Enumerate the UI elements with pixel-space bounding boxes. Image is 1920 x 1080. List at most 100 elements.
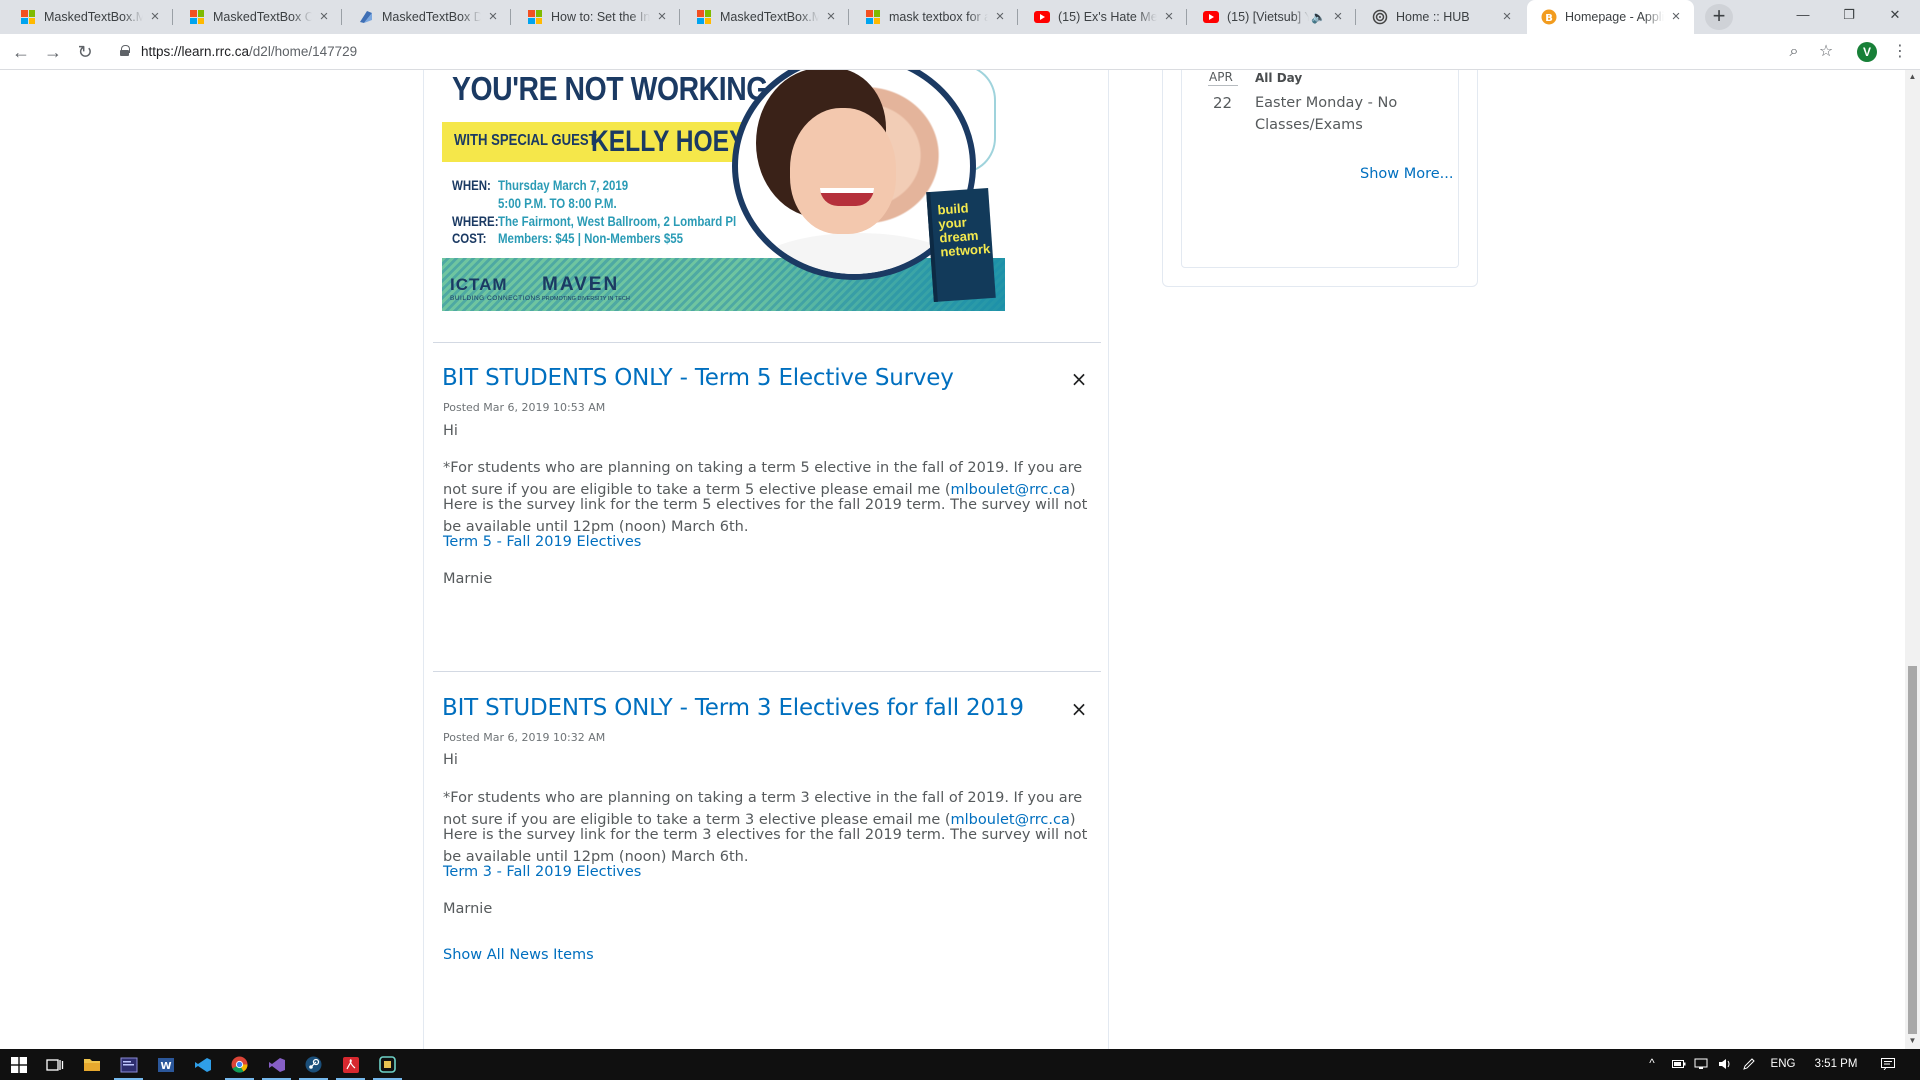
banner-when-time: 5:00 P.M. TO 8:00 P.M.: [498, 196, 617, 211]
news-item-greeting: Hi: [443, 423, 458, 439]
browser-tab[interactable]: MaskedTextBox Dat ×: [344, 0, 511, 34]
tab-close-icon[interactable]: ×: [1668, 9, 1684, 25]
file-explorer-icon[interactable]: [73, 1049, 110, 1080]
zoom-icon[interactable]: ⌕: [1782, 40, 1806, 64]
chrome-icon[interactable]: [221, 1049, 258, 1080]
tab-close-icon[interactable]: ×: [823, 9, 839, 25]
bookmark-star-icon[interactable]: ☆: [1814, 40, 1838, 64]
window-close-button[interactable]: ✕: [1872, 0, 1918, 30]
maven-logo: MAVEN: [542, 274, 620, 295]
tab-separator: [679, 9, 680, 25]
task-view-icon[interactable]: [36, 1049, 73, 1080]
tab-close-icon[interactable]: ×: [316, 9, 332, 25]
vscode-icon[interactable]: [184, 1049, 221, 1080]
browser-tab[interactable]: Home :: HUB ×: [1358, 0, 1525, 34]
minimize-button[interactable]: —: [1780, 0, 1826, 30]
clock[interactable]: 3:51 PM: [1808, 1049, 1864, 1080]
volume-icon[interactable]: [1716, 1049, 1734, 1080]
language-indicator[interactable]: ENG: [1768, 1049, 1798, 1080]
lock-icon: [120, 45, 130, 56]
action-center-icon[interactable]: [1876, 1049, 1900, 1080]
microsoft-icon: [696, 9, 712, 25]
word-icon[interactable]: W: [147, 1049, 184, 1080]
speaker-icon[interactable]: 🔈: [1311, 10, 1326, 24]
news-item-greeting: Hi: [443, 752, 458, 768]
reload-button[interactable]: ↻: [73, 40, 97, 64]
tab-separator: [1186, 9, 1187, 25]
microsoft-icon: [189, 9, 205, 25]
tab-title: MaskedTextBox.Ma: [720, 10, 819, 24]
maximize-button[interactable]: ❐: [1826, 0, 1872, 30]
acrobat-icon[interactable]: [332, 1049, 369, 1080]
show-more-link[interactable]: Show More...: [1360, 166, 1454, 182]
tab-close-icon[interactable]: ×: [1499, 9, 1515, 25]
terminal-icon[interactable]: [110, 1049, 147, 1080]
event-day: 22: [1213, 94, 1233, 112]
tab-title: MaskedTextBox.Ma: [44, 10, 143, 24]
banner-headline: YOU'RE NOT WORKING: [452, 70, 768, 107]
tab-title: MaskedTextBox Dat: [382, 10, 481, 24]
forward-button[interactable]: →: [41, 40, 65, 64]
news-item-signoff: Marnie: [443, 571, 493, 587]
battery-icon[interactable]: [1670, 1049, 1688, 1080]
tab-title: How to: Set the Inp: [551, 10, 650, 24]
show-hidden-icons-icon[interactable]: ^: [1644, 1049, 1660, 1080]
tab-title: MaskedTextBox Cla: [213, 10, 312, 24]
page-scrollbar[interactable]: ▲ ▼: [1905, 70, 1920, 1049]
news-item-posted-date: Posted Mar 6, 2019 10:53 AM: [443, 401, 606, 414]
youtube-icon: [1034, 9, 1050, 25]
svg-text:W: W: [160, 1061, 171, 1072]
scroll-up-arrow-icon[interactable]: ▲: [1908, 72, 1917, 82]
tab-close-icon[interactable]: ×: [654, 9, 670, 25]
back-button[interactable]: ←: [9, 40, 33, 64]
visual-studio-icon[interactable]: [258, 1049, 295, 1080]
steam-icon[interactable]: [295, 1049, 332, 1080]
banner-where-label: WHERE:: [452, 214, 499, 229]
tab-close-icon[interactable]: ×: [485, 9, 501, 25]
news-item-title[interactable]: BIT STUDENTS ONLY - Term 3 Electives for…: [442, 695, 1024, 721]
network-icon[interactable]: [1692, 1049, 1710, 1080]
browser-tab[interactable]: How to: Set the Inp ×: [513, 0, 680, 34]
show-all-news-link[interactable]: Show All News Items: [443, 944, 594, 966]
event-banner-image: YOU'RE NOT WORKING WITH SPECIAL GUEST KE…: [442, 70, 1005, 311]
portrait-face: [790, 108, 896, 234]
tab-close-icon[interactable]: ×: [1330, 9, 1346, 25]
browser-tab-active[interactable]: B Homepage - Applie ×: [1527, 0, 1694, 34]
scrollbar-thumb[interactable]: [1908, 666, 1917, 1034]
menu-icon[interactable]: ⋮: [1888, 40, 1912, 64]
browser-tab[interactable]: mask textbox for ac ×: [851, 0, 1018, 34]
address-url[interactable]: https://learn.rrc.ca/d2l/home/147729: [141, 44, 357, 59]
pen-icon[interactable]: [1740, 1049, 1758, 1080]
dismiss-news-close-icon[interactable]: ×: [1070, 699, 1088, 719]
banner-guest-prefix: WITH SPECIAL GUEST: [454, 132, 597, 149]
start-icon[interactable]: [0, 1049, 37, 1080]
scroll-down-arrow-icon[interactable]: ▼: [1908, 1036, 1917, 1046]
hub-icon: [1372, 9, 1388, 25]
tab-close-icon[interactable]: ×: [992, 9, 1008, 25]
new-tab-button[interactable]: +: [1705, 4, 1733, 30]
profile-avatar[interactable]: V: [1857, 42, 1877, 62]
visual-studio-docs-icon: [358, 9, 374, 25]
browser-tab[interactable]: MaskedTextBox.Ma ×: [6, 0, 173, 34]
browser-tab[interactable]: MaskedTextBox.Ma ×: [682, 0, 849, 34]
dismiss-news-close-icon[interactable]: ×: [1070, 369, 1088, 389]
tab-title: mask textbox for ac: [889, 10, 988, 24]
news-item-title[interactable]: BIT STUDENTS ONLY - Term 5 Elective Surv…: [442, 365, 954, 391]
browser-tab[interactable]: MaskedTextBox Cla ×: [175, 0, 342, 34]
tab-title: Home :: HUB: [1396, 10, 1470, 24]
news-divider: [433, 671, 1101, 672]
url-path: /d2l/home/147729: [249, 44, 358, 59]
browser-tab[interactable]: (15) [Vietsub] Yo 🔈 ×: [1189, 0, 1356, 34]
tab-close-icon[interactable]: ×: [147, 9, 163, 25]
banner-cost-value: Members: $45 | Non-Members $55: [498, 231, 683, 246]
survey-link[interactable]: Term 3 - Fall 2019 Electives: [443, 861, 641, 883]
event-title[interactable]: Easter Monday - No Classes/Exams: [1255, 92, 1445, 136]
app-icon[interactable]: [369, 1049, 406, 1080]
address-bar[interactable]: https://learn.rrc.ca/d2l/home/147729: [108, 38, 1820, 66]
tab-close-icon[interactable]: ×: [1161, 9, 1177, 25]
browser-tab[interactable]: (15) Ex's Hate Me - ×: [1020, 0, 1187, 34]
url-host: https://learn.rrc.ca: [141, 44, 250, 59]
survey-link[interactable]: Term 5 - Fall 2019 Electives: [443, 531, 641, 553]
tab-separator: [1355, 9, 1356, 25]
youtube-icon: [1203, 9, 1219, 25]
